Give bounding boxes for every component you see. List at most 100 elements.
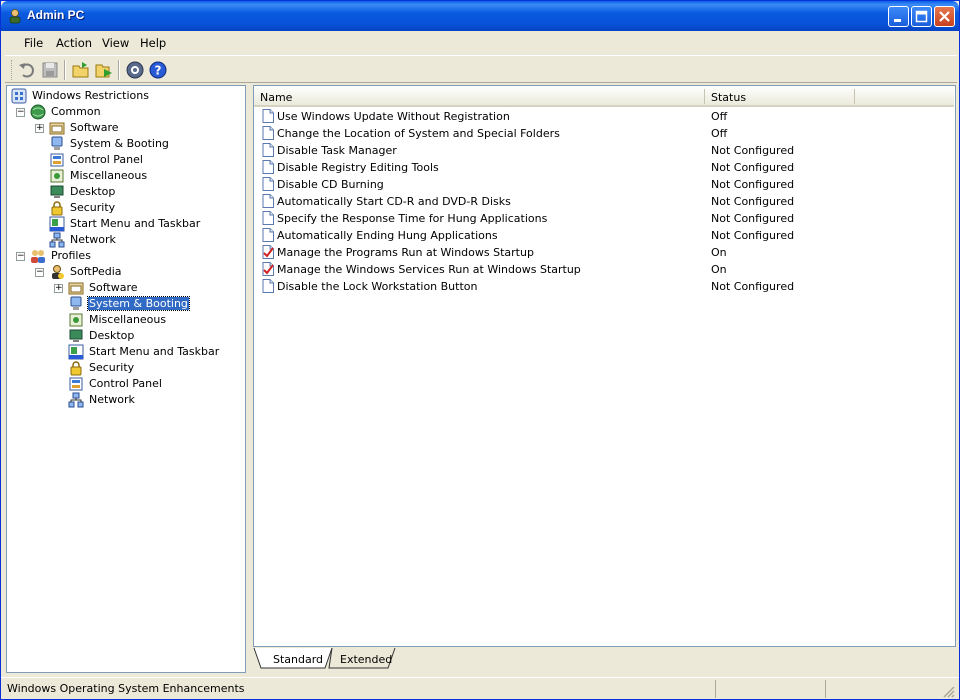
- app-window: Admin PC File Action View Help ? Windows…: [0, 0, 960, 700]
- tree-item-label: Control Panel: [70, 153, 143, 166]
- tree-item-label: Miscellaneous: [70, 169, 148, 182]
- collapse-softpedia-toggle[interactable]: −: [35, 268, 44, 277]
- tab-standard[interactable]: Standard: [273, 653, 323, 675]
- policy-status: On: [711, 246, 727, 259]
- collapse-common-toggle[interactable]: −: [16, 108, 25, 117]
- column-divider[interactable]: [854, 89, 855, 104]
- pane-splitter[interactable]: [246, 85, 252, 673]
- menu-action[interactable]: Action: [56, 36, 92, 50]
- document-icon: [262, 228, 274, 242]
- undo-icon[interactable]: [17, 60, 37, 80]
- toolbar: ?: [5, 55, 957, 83]
- policy-status: Not Configured: [711, 212, 795, 225]
- table-row[interactable]: Specify the Response Time for Hung Appli…: [254, 210, 954, 227]
- table-row[interactable]: Manage the Programs Run at Windows Start…: [254, 244, 954, 261]
- maximize-button[interactable]: [911, 6, 932, 27]
- export-icon[interactable]: [94, 60, 114, 80]
- policy-status: Not Configured: [711, 178, 795, 191]
- table-row[interactable]: Disable the Lock Workstation Button Not C…: [254, 278, 954, 295]
- minimize-button[interactable]: [888, 6, 909, 27]
- control-panel-icon: [69, 377, 83, 391]
- document-icon: [262, 126, 274, 140]
- app-icon: [9, 9, 21, 24]
- open-folder-icon[interactable]: [71, 60, 91, 80]
- table-row[interactable]: Disable Registry Editing Tools Not Config…: [254, 159, 954, 176]
- user-profile-icon: [52, 265, 64, 279]
- tree-item-label-selected: System & Booting: [87, 296, 190, 311]
- save-icon[interactable]: [40, 60, 60, 80]
- tree-item-label: Software: [70, 121, 119, 134]
- settings-icon[interactable]: [125, 60, 145, 80]
- tree-common-label: Common: [51, 105, 101, 118]
- windows-restrictions-icon: [11, 88, 27, 104]
- checked-document-icon: [262, 245, 274, 259]
- menu-help[interactable]: Help: [140, 36, 166, 50]
- tree-item-label: Desktop: [89, 329, 135, 342]
- policy-name: Disable CD Burning: [277, 178, 384, 191]
- help-icon[interactable]: ?: [148, 60, 168, 80]
- checked-document-icon: [262, 262, 274, 276]
- table-row[interactable]: Disable CD Burning Not Configured: [254, 176, 954, 193]
- policy-name: Disable the Lock Workstation Button: [277, 280, 478, 293]
- policy-name: Change the Location of System and Specia…: [277, 127, 560, 140]
- document-icon: [262, 211, 274, 225]
- lock-icon: [70, 361, 82, 376]
- document-icon: [262, 143, 274, 157]
- miscellaneous-icon: [69, 313, 83, 327]
- menu-bar: File Action View Help: [5, 32, 957, 54]
- menu-view[interactable]: View: [102, 36, 129, 50]
- svg-text:?: ?: [155, 64, 162, 78]
- software-icon: [68, 282, 84, 295]
- status-panel: [825, 680, 935, 698]
- tree-item-label: Network: [70, 233, 116, 246]
- control-panel-icon: [50, 153, 64, 167]
- computer-icon: [70, 296, 82, 310]
- toolbar-grip[interactable]: [11, 60, 14, 80]
- column-header-status[interactable]: Status: [711, 91, 746, 104]
- table-row[interactable]: Automatically Ending Hung Applications No…: [254, 227, 954, 244]
- tree-profiles-label: Profiles: [51, 249, 91, 262]
- status-text: Windows Operating System Enhancements: [7, 682, 245, 695]
- policy-status: Not Configured: [711, 229, 795, 242]
- policy-name: Automatically Start CD-R and DVD-R Disks: [277, 195, 511, 208]
- tree-profile-label: SoftPedia: [70, 265, 122, 278]
- close-button[interactable]: [934, 6, 955, 27]
- column-divider[interactable]: [704, 89, 705, 104]
- table-row[interactable]: Disable Task Manager Not Configured: [254, 142, 954, 159]
- column-header-name[interactable]: Name: [260, 91, 292, 104]
- policy-name: Use Windows Update Without Registration: [277, 110, 510, 123]
- table-row[interactable]: Automatically Start CD-R and DVD-R Disks…: [254, 193, 954, 210]
- miscellaneous-icon: [50, 169, 64, 183]
- menu-file[interactable]: File: [24, 36, 43, 50]
- software-icon: [49, 122, 65, 135]
- tree-item-label: Control Panel: [89, 377, 162, 390]
- policy-status: On: [711, 263, 727, 276]
- resize-grip-icon[interactable]: [941, 684, 955, 698]
- toolbar-separator: [118, 60, 120, 80]
- table-row[interactable]: Change the Location of System and Specia…: [254, 125, 954, 142]
- expand-common-software-toggle[interactable]: +: [35, 124, 44, 133]
- tree-item-label: Software: [89, 281, 138, 294]
- policy-status: Not Configured: [711, 144, 795, 157]
- desktop-icon: [50, 185, 64, 198]
- policy-name: Disable Registry Editing Tools: [277, 161, 439, 174]
- start-menu-icon: [49, 216, 65, 232]
- policy-list[interactable]: Name Status Use Windows Update Without R…: [253, 85, 956, 647]
- policy-status: Off: [711, 127, 728, 140]
- policy-status: Not Configured: [711, 195, 795, 208]
- window-title: Admin PC: [27, 8, 85, 22]
- document-icon: [262, 160, 274, 174]
- collapse-profiles-toggle[interactable]: −: [16, 252, 25, 261]
- tree-view[interactable]: Windows Restrictions − Common + Software…: [6, 85, 246, 673]
- policy-status: Not Configured: [711, 161, 795, 174]
- network-icon: [68, 392, 84, 408]
- policy-name: Manage the Windows Services Run at Windo…: [277, 263, 581, 276]
- title-bar[interactable]: Admin PC: [1, 1, 959, 31]
- policy-name: Disable Task Manager: [277, 144, 397, 157]
- desktop-icon: [69, 329, 83, 342]
- table-row[interactable]: Manage the Windows Services Run at Windo…: [254, 261, 954, 278]
- table-row[interactable]: Use Windows Update Without Registration O…: [254, 108, 954, 125]
- expand-profile-software-toggle[interactable]: +: [54, 284, 63, 293]
- tab-extended[interactable]: Extended: [340, 653, 392, 675]
- status-bar: Windows Operating System Enhancements: [1, 677, 959, 699]
